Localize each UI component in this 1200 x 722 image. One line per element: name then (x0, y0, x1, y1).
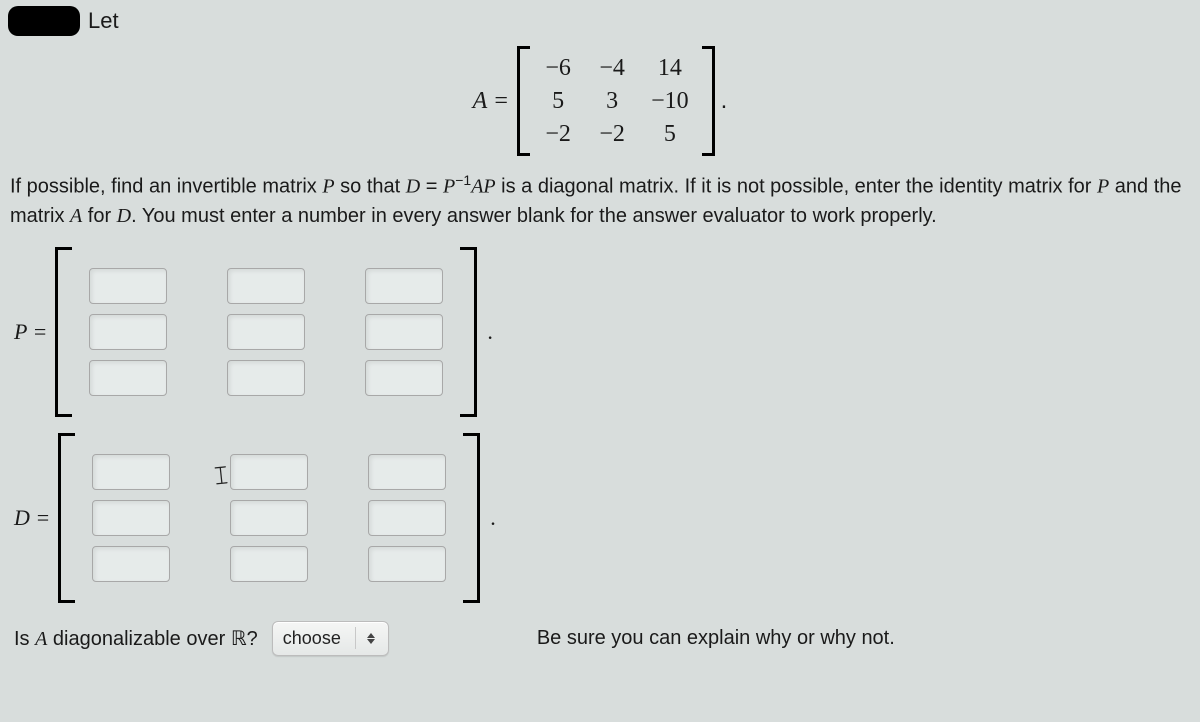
q-text: ? (247, 628, 258, 650)
bracket-right-icon (463, 247, 477, 417)
matrix-a-brackets: −6 −4 14 5 3 −10 −2 −2 5 (517, 46, 715, 156)
q-text: diagonalizable over (47, 628, 230, 650)
a-0-2: 14 (651, 55, 689, 82)
p-input-0-1[interactable] (227, 268, 305, 304)
prompt-text: = (420, 176, 443, 198)
q-real-symbol: ℝ (231, 628, 247, 650)
d-input-2-1[interactable] (230, 546, 308, 582)
bracket-left-icon (58, 433, 72, 603)
bracket-left-icon (517, 46, 527, 156)
a-0-1: −4 (597, 55, 627, 82)
d-period: . (490, 505, 496, 531)
matrix-period: . (721, 87, 728, 115)
prompt-var-p: P (322, 176, 334, 198)
redacted-block (8, 6, 80, 36)
p-input-2-0[interactable] (89, 360, 167, 396)
d-input-0-2[interactable] (368, 454, 446, 490)
d-input-1-0[interactable] (92, 500, 170, 536)
question-text: Is A diagonalizable over ℝ? (14, 626, 258, 651)
prompt-var-d: D (117, 205, 131, 227)
problem-prompt: If possible, find an invertible matrix P… (10, 170, 1190, 231)
p-input-1-1[interactable] (227, 314, 305, 350)
p-input-0-2[interactable] (365, 268, 443, 304)
a-2-2: 5 (651, 121, 689, 148)
d-input-1-2[interactable] (368, 500, 446, 536)
a-1-0: 5 (543, 88, 573, 115)
bracket-left-icon (55, 247, 69, 417)
matrix-a-display: A = −6 −4 14 5 3 −10 −2 −2 5 . (8, 46, 1192, 156)
p-input-0-0[interactable] (89, 268, 167, 304)
prompt-text: so that (335, 176, 406, 198)
a-1-1: 3 (597, 88, 627, 115)
prompt-text: for (82, 205, 116, 227)
prompt-var-d: D (406, 176, 420, 198)
prompt-var-a: A (70, 205, 82, 227)
p-matrix-row: P = . (14, 247, 1192, 417)
bracket-right-icon (466, 433, 480, 603)
bracket-right-icon (705, 46, 715, 156)
a-2-1: −2 (597, 121, 627, 148)
a-2-0: −2 (543, 121, 573, 148)
prompt-var-ap: AP (471, 176, 495, 198)
tail-text: Be sure you can explain why or why not. (537, 627, 895, 650)
p-matrix-input (55, 247, 477, 417)
q-text: Is (14, 628, 35, 650)
d-input-0-0[interactable] (92, 454, 170, 490)
matrix-a-label: A = (473, 88, 509, 115)
p-input-2-1[interactable] (227, 360, 305, 396)
updown-arrows-icon (355, 627, 380, 649)
prompt-var-p: P (1097, 176, 1109, 198)
select-value: choose (281, 626, 343, 651)
p-period: . (487, 319, 493, 345)
diagonalizable-question-row: Is A diagonalizable over ℝ? choose Be su… (14, 621, 1192, 656)
let-row: Let (8, 6, 1192, 36)
diagonalizable-select[interactable]: choose (272, 621, 389, 656)
d-matrix-input (58, 433, 480, 603)
p-input-2-2[interactable] (365, 360, 443, 396)
prompt-sup: −1 (455, 172, 471, 188)
a-0-0: −6 (543, 55, 573, 82)
prompt-text: is a diagonal matrix. If it is not possi… (496, 176, 1097, 198)
prompt-text: If possible, find an invertible matrix (10, 176, 322, 198)
q-var-a: A (35, 628, 47, 650)
prompt-var-p: P (443, 176, 455, 198)
d-input-2-2[interactable] (368, 546, 446, 582)
d-label: D = (14, 505, 50, 531)
d-input-1-1[interactable] (230, 500, 308, 536)
a-1-2: −10 (651, 88, 689, 115)
d-input-0-1[interactable] (230, 454, 308, 490)
p-input-1-2[interactable] (365, 314, 443, 350)
d-input-2-0[interactable] (92, 546, 170, 582)
p-input-1-0[interactable] (89, 314, 167, 350)
d-matrix-row: D = . (14, 433, 1192, 603)
prompt-text: . You must enter a number in every answe… (131, 205, 937, 227)
let-label: Let (88, 8, 119, 34)
matrix-a-grid: −6 −4 14 5 3 −10 −2 −2 5 (527, 49, 705, 154)
p-label: P = (14, 319, 47, 345)
